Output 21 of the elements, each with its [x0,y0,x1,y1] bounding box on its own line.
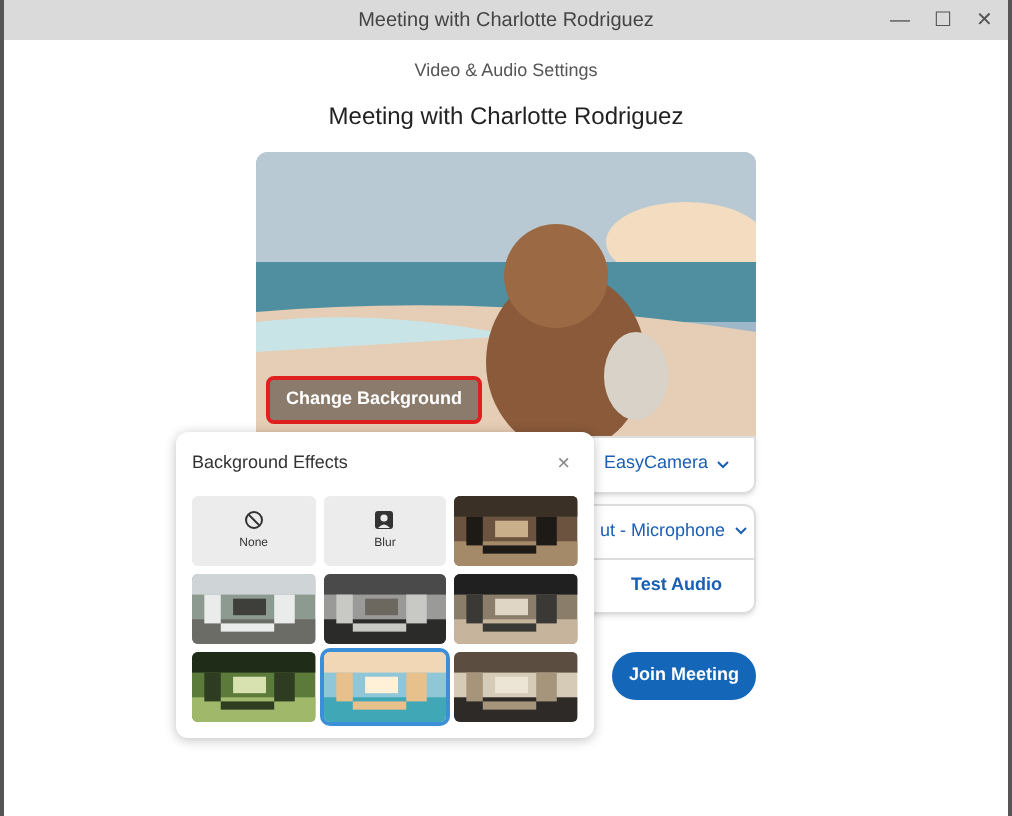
background-option[interactable] [323,574,447,644]
chevron-down-icon [716,459,730,469]
background-option[interactable] [192,574,316,644]
close-button[interactable]: ✕ [976,5,992,35]
chevron-down-icon [733,526,748,536]
change-background-button[interactable]: Change Background [266,375,483,423]
popup-title: Background Effects [192,450,348,477]
meeting-heading: Meeting with Charlotte Rodriguez [328,99,684,133]
subtitle: Video & Audio Settings [414,58,598,84]
background-option[interactable] [454,652,578,722]
background-option[interactable] [454,496,578,566]
maximize-button[interactable]: ☐ [934,5,952,35]
minimize-button[interactable]: — [890,5,910,35]
window-title: Meeting with Charlotte Rodriguez [358,7,654,35]
background-option[interactable] [454,574,578,644]
close-button[interactable]: × [557,447,570,481]
person-icon [374,509,395,529]
background-option[interactable] [192,652,316,722]
test-audio-link[interactable]: Test Audio [631,571,722,599]
join-meeting-button[interactable]: Join Meeting [612,651,756,699]
prohibited-icon [243,509,264,529]
